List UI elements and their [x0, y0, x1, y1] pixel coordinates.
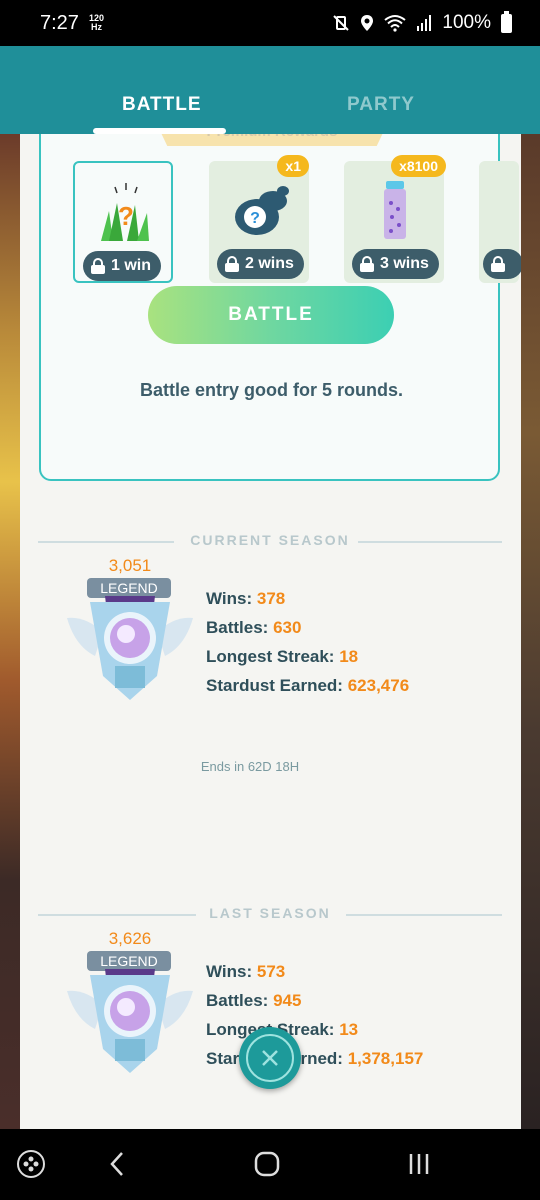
- battle-button[interactable]: BATTLE: [148, 286, 394, 344]
- last-season-divider: LAST SEASON: [38, 905, 502, 925]
- current-season-divider: CURRENT SEASON: [38, 532, 502, 552]
- stat-battles: Battles: 945: [206, 991, 302, 1010]
- mystery-grass-encounter-icon: ?: [101, 183, 149, 241]
- reward-lock-badge: 2 wins: [217, 249, 304, 279]
- stat-wins: Wins: 378: [206, 589, 286, 608]
- system-nav-bar: [0, 1129, 540, 1200]
- reward-lock-badge: [483, 249, 521, 279]
- svg-text:?: ?: [250, 210, 260, 227]
- refresh-rate-unit: Hz: [90, 22, 102, 32]
- legend-rank-medal-icon: [67, 596, 193, 700]
- lock-icon: [225, 256, 239, 272]
- reward-lock-badge: 3 wins: [352, 249, 439, 279]
- last-season-heading: LAST SEASON: [209, 905, 331, 921]
- reward-track[interactable]: ? 1 win x1 ? 2 wins x8100 3 wins: [53, 155, 521, 286]
- background-art-right: [521, 134, 540, 1129]
- battery-percent: 100%: [442, 12, 491, 33]
- legend-rank-medal-icon: [67, 969, 193, 1073]
- close-icon: [262, 1050, 278, 1066]
- stat-battles: Battles: 630: [206, 618, 302, 637]
- rewards-card: Premium Rewards ? 1 win: [39, 134, 521, 481]
- back-chevron-icon: [110, 1152, 123, 1176]
- battery-icon: [501, 10, 512, 33]
- signal-icon: [417, 15, 432, 31]
- close-button[interactable]: [239, 1027, 301, 1089]
- rank-rating: 3,626: [108, 929, 152, 948]
- rank-title-badge: LEGEND: [87, 578, 171, 598]
- season-ends-in: Ends in 62D 18H: [200, 759, 300, 774]
- vibrate-mute-icon: [333, 15, 350, 31]
- recents-icon: [409, 1154, 429, 1174]
- reward-slot-4[interactable]: [479, 161, 521, 283]
- rank-rating: 3,051: [108, 556, 152, 575]
- home-icon: [254, 1151, 280, 1177]
- refresh-rate-indicator: 120 Hz: [89, 14, 104, 32]
- battle-entry-note: Battle entry good for 5 rounds.: [139, 380, 403, 400]
- tab-party[interactable]: PARTY: [347, 94, 415, 116]
- reward-quantity-badge: x1: [277, 155, 309, 177]
- rare-candy-canister-icon: [384, 181, 406, 239]
- gamepad-icon: [17, 1150, 45, 1178]
- stat-stardust-earned: Stardust Earned: 623,476: [206, 676, 410, 695]
- tab-battle[interactable]: BATTLE: [122, 94, 202, 116]
- stat-longest-streak: Longest Streak: 18: [206, 647, 359, 666]
- rank-title-badge: LEGEND: [87, 951, 171, 971]
- tab-header: BATTLE PARTY: [0, 46, 540, 134]
- reward-lock-label: 1 win: [111, 257, 152, 274]
- location-icon: [361, 15, 374, 31]
- lock-icon: [491, 256, 505, 272]
- reward-slot-1[interactable]: ? 1 win: [73, 161, 173, 283]
- current-season-stats: Wins: 378 Battles: 630 Longest Streak: 1…: [206, 589, 409, 705]
- reward-slot-2[interactable]: x1 ? 2 wins: [209, 155, 309, 283]
- stat-longest-streak: Longest Streak: 13: [206, 1020, 359, 1039]
- game-launcher-button[interactable]: [14, 1147, 48, 1181]
- reward-lock-badge: 1 win: [83, 251, 162, 281]
- nav-recents-button[interactable]: [402, 1147, 436, 1181]
- reward-lock-label: 3 wins: [380, 255, 429, 272]
- premium-rewards-ribbon: Premium Rewards: [153, 134, 391, 146]
- current-season-heading: CURRENT SEASON: [190, 532, 350, 548]
- wifi-icon: [384, 15, 407, 32]
- mystery-smoke-encounter-icon: ?: [235, 186, 289, 235]
- battle-panel[interactable]: Premium Rewards ? 1 win: [20, 134, 521, 1129]
- lock-icon: [360, 256, 374, 272]
- svg-text:?: ?: [118, 201, 134, 231]
- status-bar: 7:27 120 Hz 100%: [0, 0, 540, 46]
- reward-quantity-badge: x8100: [391, 155, 446, 177]
- lock-icon: [91, 258, 105, 274]
- nav-home-button[interactable]: [250, 1147, 284, 1181]
- reward-lock-label: 2 wins: [245, 255, 294, 272]
- status-time: 7:27: [40, 11, 79, 34]
- stat-wins: Wins: 573: [206, 962, 286, 981]
- nav-back-button[interactable]: [102, 1147, 132, 1181]
- reward-slot-3[interactable]: x8100 3 wins: [344, 155, 446, 283]
